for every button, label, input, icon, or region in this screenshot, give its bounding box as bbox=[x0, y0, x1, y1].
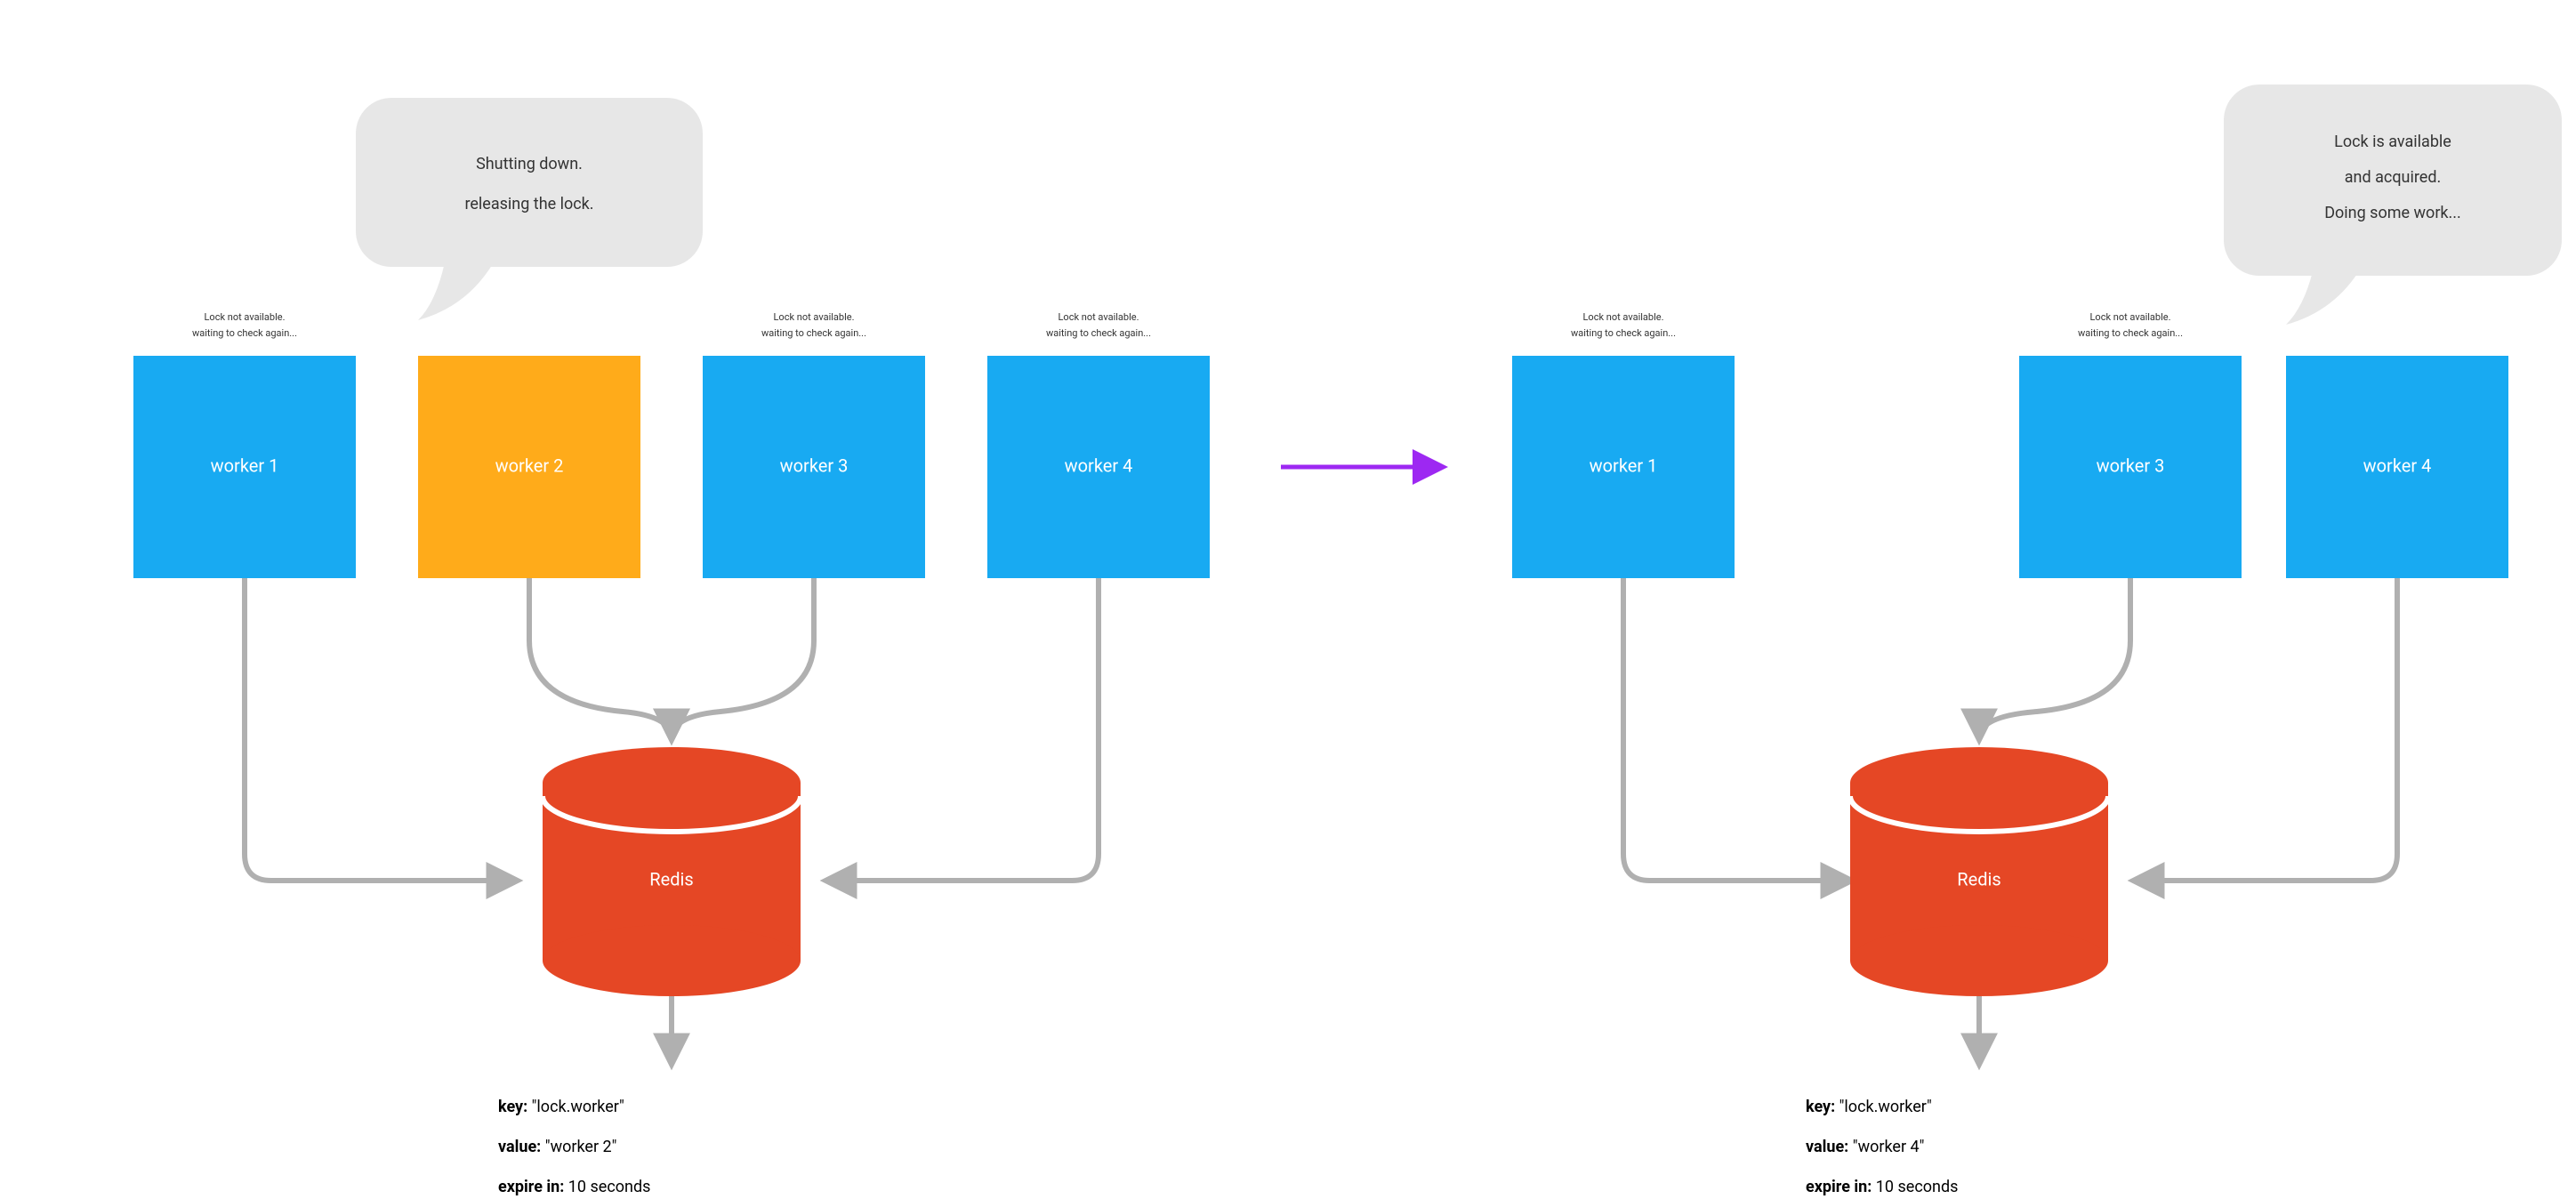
info-expire-value-r: 10 seconds bbox=[1876, 1178, 1959, 1196]
caption-line2: waiting to check again... bbox=[1571, 327, 1676, 339]
worker-label-r1: worker 1 bbox=[1590, 455, 1658, 476]
bubble-right-line3: Doing some work... bbox=[2324, 204, 2461, 222]
worker-label-2: worker 2 bbox=[495, 455, 564, 476]
svg-text:expire in: 10 seconds: expire in: 10 seconds bbox=[498, 1178, 650, 1196]
bubble-left-line2: releasing the lock. bbox=[464, 195, 593, 213]
svg-text:value: "worker 4": value: "worker 4" bbox=[1806, 1138, 1924, 1156]
caption-line2: waiting to check again... bbox=[2078, 327, 2183, 339]
speech-bubble-left: Shutting down. releasing the lock. bbox=[356, 98, 703, 320]
info-expire-label: expire in: bbox=[498, 1178, 564, 1196]
worker-label-3: worker 3 bbox=[780, 455, 849, 476]
worker-box-2: worker 2 bbox=[418, 356, 640, 578]
worker-label-r3: worker 3 bbox=[2097, 455, 2165, 476]
worker-box-r1: Lock not available. waiting to check aga… bbox=[1512, 311, 1735, 578]
worker-box-r4: worker 4 bbox=[2286, 356, 2508, 578]
info-expire-value: 10 seconds bbox=[568, 1178, 651, 1196]
redis-cylinder-left: Redis bbox=[543, 747, 801, 996]
info-value-value-r: "worker 4" bbox=[1853, 1138, 1925, 1156]
info-key-label: key: bbox=[498, 1098, 527, 1116]
redis-info-right: key: "lock.worker" value: "worker 4" exp… bbox=[1806, 1098, 1958, 1196]
worker-box-1: Lock not available. waiting to check aga… bbox=[133, 311, 356, 578]
caption-line2: waiting to check again... bbox=[761, 327, 866, 339]
caption-line1: Lock not available. bbox=[774, 311, 855, 323]
info-key-value-r: "lock.worker" bbox=[1839, 1098, 1932, 1116]
caption-line1: Lock not available. bbox=[1059, 311, 1139, 323]
left-panel: Shutting down. releasing the lock. Lock … bbox=[133, 98, 1210, 1196]
speech-bubble-right: Lock is available and acquired. Doing so… bbox=[2224, 84, 2562, 325]
caption-line1: Lock not available. bbox=[2090, 311, 2171, 323]
worker-box-3: Lock not available. waiting to check aga… bbox=[703, 311, 925, 578]
svg-text:value: "worker 2": value: "worker 2" bbox=[498, 1138, 616, 1156]
caption-line2: waiting to check again... bbox=[192, 327, 297, 339]
caption-line2: waiting to check again... bbox=[1046, 327, 1151, 339]
worker-label-4: worker 4 bbox=[1065, 455, 1133, 476]
redis-cylinder-right: Redis bbox=[1850, 747, 2108, 996]
caption-line1: Lock not available. bbox=[1583, 311, 1664, 323]
info-value-label-r: value: bbox=[1806, 1138, 1848, 1156]
info-expire-label-r: expire in: bbox=[1806, 1178, 1872, 1196]
worker-label-r4: worker 4 bbox=[2363, 455, 2432, 476]
worker-label-1: worker 1 bbox=[211, 455, 279, 476]
svg-text:expire in: 10 seconds: expire in: 10 seconds bbox=[1806, 1178, 1958, 1196]
worker-box-r3: Lock not available. waiting to check aga… bbox=[2019, 311, 2242, 578]
right-panel: Lock is available and acquired. Doing so… bbox=[1512, 84, 2562, 1196]
redis-info-left: key: "lock.worker" value: "worker 2" exp… bbox=[498, 1098, 650, 1196]
diagram-canvas: Shutting down. releasing the lock. Lock … bbox=[0, 0, 2576, 1199]
info-key-value: "lock.worker" bbox=[532, 1098, 624, 1116]
redis-label-left: Redis bbox=[649, 868, 693, 889]
redis-label-right: Redis bbox=[1957, 868, 2000, 889]
info-value-label: value: bbox=[498, 1138, 541, 1156]
info-key-label-r: key: bbox=[1806, 1098, 1835, 1116]
svg-text:key: "lock.worker": key: "lock.worker" bbox=[1806, 1098, 1932, 1116]
bubble-right-line2: and acquired. bbox=[2345, 168, 2441, 187]
bubble-right-line1: Lock is available bbox=[2334, 133, 2451, 151]
caption-line1: Lock not available. bbox=[205, 311, 286, 323]
svg-text:key: "lock.worker": key: "lock.worker" bbox=[498, 1098, 624, 1116]
bubble-left-line1: Shutting down. bbox=[476, 155, 583, 173]
info-value-value: "worker 2" bbox=[545, 1138, 617, 1156]
worker-box-4: Lock not available. waiting to check aga… bbox=[987, 311, 1210, 578]
